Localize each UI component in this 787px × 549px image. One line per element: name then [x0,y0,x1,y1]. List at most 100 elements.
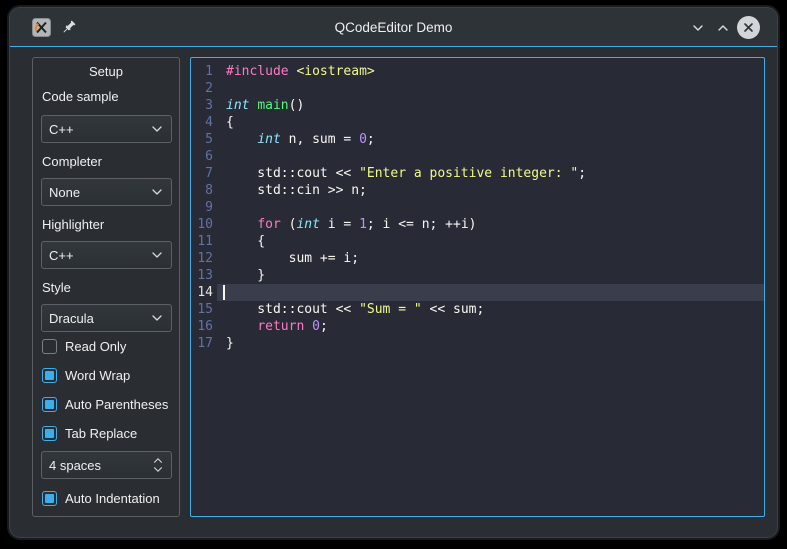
code-line[interactable]: 14 [191,284,764,301]
code-line[interactable]: 11 { [191,233,764,250]
code-content[interactable]: return 0; [217,318,764,335]
code-token: n, sum = [281,132,359,147]
code-line[interactable]: 6 [191,148,764,165]
spin-down-icon[interactable] [152,465,164,474]
code-line[interactable]: 16 return 0; [191,318,764,335]
close-icon [742,21,755,34]
line-number: 8 [191,182,217,199]
code-token: sum += i; [226,251,359,266]
code-line[interactable]: 5 int n, sum = 0; [191,131,764,148]
code-token: "Sum = " [359,302,422,317]
code-content[interactable]: std::cout << "Enter a positive integer: … [217,165,764,182]
line-number: 3 [191,97,217,114]
code-token: int [296,217,319,232]
tabreplace-checkbox[interactable]: Tab Replace [42,426,137,441]
checkbox-label: Auto Parentheses [65,397,168,412]
code-token: "Enter a positive integer: " [359,166,578,181]
highlighter-label: Highlighter [42,217,104,232]
code-line[interactable]: 10 for (int i = 1; i <= n; ++i) [191,216,764,233]
line-number: 12 [191,250,217,267]
completer-select[interactable]: None [41,178,172,206]
minimize-button[interactable] [687,17,708,38]
code-line[interactable]: 13 } [191,267,764,284]
code-line[interactable]: 8 std::cin >> n; [191,182,764,199]
code-content[interactable] [217,80,764,97]
titlebar[interactable]: QCodeEditor Demo [10,8,777,47]
checkbox-box[interactable] [42,368,57,383]
style-label: Style [42,280,71,295]
code-token: ( [281,217,297,232]
code-editor[interactable]: 1#include <iostream>23int main()4{5 int … [190,57,765,517]
code-line[interactable]: 3int main() [191,97,764,114]
autoparentheses-checkbox[interactable]: Auto Parentheses [42,397,168,412]
style-value: Dracula [49,311,150,326]
code-token: <iostream> [296,64,374,79]
line-number: 4 [191,114,217,131]
line-number: 10 [191,216,217,233]
code-content[interactable]: std::cout << "Sum = " << sum; [217,301,764,318]
chevron-down-icon [691,21,705,35]
chevron-up-icon [716,21,730,35]
code-line[interactable]: 15 std::cout << "Sum = " << sum; [191,301,764,318]
code-content[interactable] [217,148,764,165]
code-content[interactable]: int main() [217,97,764,114]
code-content[interactable]: sum += i; [217,250,764,267]
code-sample-label: Code sample [42,89,119,104]
completer-value: None [49,185,150,200]
code-content[interactable]: } [217,335,764,352]
code-line[interactable]: 1#include <iostream> [191,63,764,80]
spin-up-icon[interactable] [152,456,164,465]
code-sample-value: C++ [49,122,150,137]
line-number: 17 [191,335,217,352]
code-content[interactable]: std::cin >> n; [217,182,764,199]
readonly-checkbox[interactable]: Read Only [42,339,126,354]
code-line[interactable]: 17} [191,335,764,352]
code-line[interactable]: 2 [191,80,764,97]
line-number: 13 [191,267,217,284]
highlighter-select[interactable]: C++ [41,241,172,269]
code-line[interactable]: 12 sum += i; [191,250,764,267]
checkbox-box[interactable] [42,426,57,441]
chevron-down-icon [150,185,164,199]
tab-size-spinbox[interactable]: 4 spaces [41,451,172,479]
code-token: 1 [359,217,367,232]
code-token: 0 [359,132,367,147]
window-content: Setup Code sample C++ Completer None Hig… [10,48,777,537]
code-line[interactable]: 7 std::cout << "Enter a positive integer… [191,165,764,182]
style-select[interactable]: Dracula [41,304,172,332]
code-content[interactable]: int n, sum = 0; [217,131,764,148]
code-token [226,319,257,334]
code-line[interactable]: 4{ [191,114,764,131]
checkbox-box[interactable] [42,397,57,412]
maximize-button[interactable] [712,17,733,38]
code-content[interactable]: } [217,267,764,284]
code-content[interactable] [217,199,764,216]
code-token: ; [320,319,328,334]
code-sample-select[interactable]: C++ [41,115,172,143]
code-token: for [257,217,280,232]
code-token: << sum; [422,302,485,317]
checkbox-box[interactable] [42,339,57,354]
code-content[interactable]: #include <iostream> [217,63,764,80]
code-content[interactable]: { [217,233,764,250]
close-button[interactable] [737,16,760,39]
code-content[interactable]: { [217,114,764,131]
checkbox-box[interactable] [42,491,57,506]
code-token: ; i <= n; ++i) [367,217,477,232]
code-line[interactable]: 9 [191,199,764,216]
setup-panel-title: Setup [33,64,179,79]
wordwrap-checkbox[interactable]: Word Wrap [42,368,130,383]
code-token: int [226,98,249,113]
code-token: i = [320,217,359,232]
code-token: std::cin >> n; [226,183,367,198]
autoindent-checkbox[interactable]: Auto Indentation [42,491,160,506]
code-token: { [226,115,234,130]
line-number: 9 [191,199,217,216]
app-window: QCodeEditor Demo Setup Code sample C++ [10,8,777,537]
highlighter-value: C++ [49,248,150,263]
code-token: () [289,98,305,113]
code-content[interactable]: for (int i = 1; i <= n; ++i) [217,216,764,233]
code-token: #include [226,64,289,79]
code-content[interactable] [217,284,764,301]
line-number: 2 [191,80,217,97]
